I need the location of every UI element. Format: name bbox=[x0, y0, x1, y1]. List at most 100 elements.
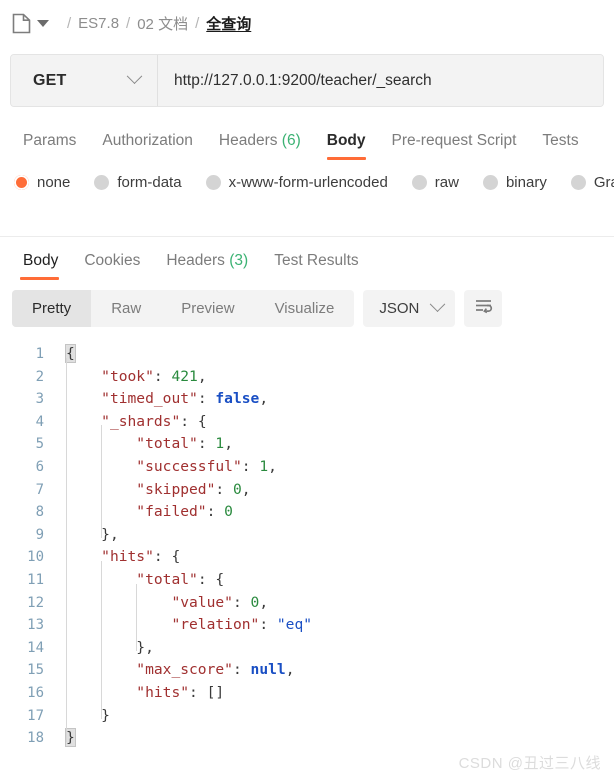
code-line: 18} bbox=[0, 727, 614, 750]
body-type-binary[interactable]: binary bbox=[482, 174, 547, 191]
line-number: 18 bbox=[27, 730, 44, 747]
code-line: 8 "failed": 0 bbox=[0, 501, 614, 524]
view-mode-label: Preview bbox=[181, 300, 235, 317]
chevron-down-icon bbox=[126, 68, 143, 85]
code-line: 13 "relation": "eq" bbox=[0, 614, 614, 637]
view-mode-pretty[interactable]: Pretty bbox=[12, 290, 92, 327]
body-type-options: none form-data x-www-form-urlencoded raw… bbox=[0, 162, 614, 202]
tab-label: Authorization bbox=[102, 132, 193, 149]
code-line: 6 "successful": 1, bbox=[0, 456, 614, 479]
response-body-viewer[interactable]: 1{2 "took": 421, 3 "timed_out": false, 4 "… bbox=[0, 337, 614, 750]
tab-label: Headers bbox=[218, 132, 278, 149]
body-type-urlencoded[interactable]: x-www-form-urlencoded bbox=[205, 174, 388, 191]
code-text: "relation": "eq" bbox=[56, 614, 614, 637]
code-text: }, bbox=[56, 524, 614, 547]
code-text: } bbox=[56, 705, 614, 728]
postman-window: / ES7.8 / 02 文档 / 全查询 GET http://127.0.0… bbox=[0, 0, 614, 782]
code-token: }, bbox=[101, 525, 119, 543]
response-tab-test-results[interactable]: Test Results bbox=[261, 252, 371, 280]
tab-label: Headers bbox=[166, 252, 225, 269]
code-token: { bbox=[197, 412, 207, 430]
response-tab-cookies[interactable]: Cookies bbox=[71, 252, 153, 280]
line-number: 2 bbox=[35, 368, 44, 385]
indent-guide bbox=[101, 425, 103, 539]
code-token: "successful" bbox=[136, 457, 242, 475]
response-tab-body[interactable]: Body bbox=[10, 252, 71, 280]
tab-label: Cookies bbox=[84, 252, 141, 269]
indent-guide bbox=[66, 357, 67, 742]
tab-authorization[interactable]: Authorization bbox=[89, 132, 205, 160]
line-number: 5 bbox=[35, 436, 44, 453]
body-type-graphql[interactable]: GraphQL bbox=[570, 174, 614, 191]
code-token: : bbox=[232, 661, 251, 679]
tab-pre-request-script[interactable]: Pre-request Script bbox=[379, 132, 530, 160]
code-token: , bbox=[285, 661, 295, 679]
response-tab-headers[interactable]: Headers (3) bbox=[153, 252, 261, 280]
line-number: 8 bbox=[35, 504, 44, 521]
code-text: "hits": { bbox=[56, 546, 614, 569]
code-line: 17 } bbox=[0, 705, 614, 728]
breadcrumb-separator: / bbox=[67, 14, 72, 32]
body-type-label: raw bbox=[434, 173, 459, 191]
code-token: : bbox=[241, 457, 260, 475]
code-text: } bbox=[56, 727, 614, 750]
line-number: 12 bbox=[27, 594, 44, 611]
body-type-form-data[interactable]: form-data bbox=[94, 174, 182, 191]
view-mode-visualize[interactable]: Visualize bbox=[255, 290, 355, 327]
tab-tests[interactable]: Tests bbox=[529, 132, 591, 160]
radio-icon bbox=[14, 174, 29, 190]
chevron-down-icon[interactable] bbox=[37, 19, 49, 27]
tab-headers[interactable]: Headers (6) bbox=[206, 132, 314, 160]
code-token: "_shards" bbox=[101, 412, 181, 430]
breadcrumb-item-request[interactable]: 全查询 bbox=[206, 13, 251, 34]
view-mode-raw[interactable]: Raw bbox=[91, 290, 161, 327]
code-token: { bbox=[65, 344, 76, 363]
line-number: 3 bbox=[35, 391, 44, 408]
tab-params[interactable]: Params bbox=[10, 132, 89, 160]
code-text: }, bbox=[56, 637, 614, 660]
body-type-none[interactable]: none bbox=[14, 174, 70, 191]
radio-icon bbox=[482, 174, 498, 190]
body-type-raw[interactable]: raw bbox=[411, 173, 459, 191]
code-text: "skipped": 0, bbox=[56, 479, 614, 502]
tab-label: Tests bbox=[542, 132, 579, 149]
code-token: , bbox=[224, 435, 233, 453]
breadcrumb-item-folder[interactable]: 02 文档 bbox=[137, 13, 188, 34]
code-token: : bbox=[232, 593, 251, 611]
code-token: , bbox=[259, 390, 269, 408]
code-token: 421 bbox=[171, 367, 198, 385]
code-text: "took": 421, bbox=[56, 366, 614, 389]
wrap-text-button[interactable] bbox=[464, 290, 503, 327]
watermark: CSDN @丑过三八线 bbox=[458, 755, 601, 772]
breadcrumb: / ES7.8 / 02 文档 / 全查询 bbox=[0, 0, 614, 46]
code-token: 1 bbox=[259, 457, 269, 475]
code-token: false bbox=[215, 390, 260, 408]
code-line: 14 }, bbox=[0, 637, 614, 660]
code-line: 11 "total": { bbox=[0, 569, 614, 592]
code-line: 12 "value": 0, bbox=[0, 592, 614, 615]
document-icon[interactable] bbox=[12, 13, 31, 34]
url-value: http://127.0.0.1:9200/teacher/_search bbox=[174, 71, 432, 89]
http-method-label: GET bbox=[33, 71, 67, 89]
code-token: 0 bbox=[250, 593, 260, 611]
body-type-label: none bbox=[37, 173, 71, 191]
line-number: 6 bbox=[35, 458, 44, 475]
http-method-select[interactable]: GET bbox=[11, 55, 158, 106]
code-token: "failed" bbox=[136, 503, 207, 521]
tab-label: Params bbox=[23, 132, 77, 149]
code-token: "relation" bbox=[171, 616, 260, 634]
response-format-select[interactable]: JSON bbox=[363, 290, 456, 327]
view-mode-group: Pretty Raw Preview Visualize bbox=[12, 290, 355, 327]
code-line: 2 "took": 421, bbox=[0, 366, 614, 389]
code-token: "max_score" bbox=[136, 661, 233, 679]
view-mode-preview[interactable]: Preview bbox=[161, 290, 254, 327]
tab-body[interactable]: Body bbox=[314, 132, 379, 160]
response-format-label: JSON bbox=[379, 300, 420, 317]
breadcrumb-item-collection[interactable]: ES7.8 bbox=[78, 15, 119, 32]
tab-count: (6) bbox=[281, 132, 301, 149]
radio-icon bbox=[205, 174, 221, 190]
tab-label: Body bbox=[326, 132, 366, 149]
url-input[interactable]: http://127.0.0.1:9200/teacher/_search bbox=[158, 55, 603, 106]
code-line: 1{ bbox=[0, 343, 614, 366]
breadcrumb-separator: / bbox=[126, 14, 131, 32]
